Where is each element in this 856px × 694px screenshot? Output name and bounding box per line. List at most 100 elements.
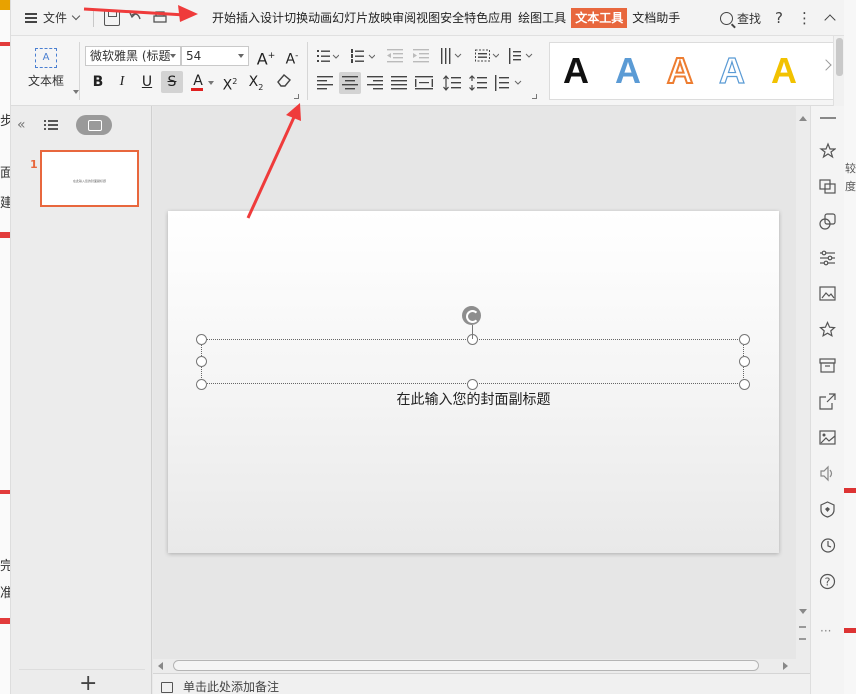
thumbnail-text: 在此输入您的封面副标题 [72, 179, 106, 183]
grow-font-button[interactable]: A+ [255, 45, 277, 68]
clear-format-button[interactable] [273, 71, 295, 93]
text-style-gold[interactable]: A [762, 49, 806, 93]
superscript-button[interactable]: X2 [219, 71, 241, 94]
numbering-icon[interactable] [351, 49, 376, 63]
transform-icon[interactable] [819, 177, 836, 194]
shape-icon[interactable] [819, 213, 836, 230]
text-style-blue-outline[interactable]: A [710, 49, 754, 93]
file-menu[interactable]: 文件 [11, 0, 87, 36]
horizontal-scrollbar[interactable] [153, 659, 810, 673]
justify-icon[interactable] [391, 76, 407, 90]
font-color-button[interactable]: A [187, 70, 209, 92]
chevron-down-icon [170, 54, 176, 58]
textbox-button[interactable]: A 文本框 [21, 44, 79, 100]
tab-features[interactable]: 特色应用 [464, 8, 512, 28]
outline-view-icon[interactable] [43, 120, 58, 130]
align-text-icon[interactable] [509, 48, 533, 64]
increase-indent-icon[interactable] [413, 49, 429, 63]
help-circle-icon[interactable]: ? [819, 573, 836, 590]
scroll-up-icon[interactable] [799, 116, 807, 121]
paragraph-spacing-icon[interactable] [469, 75, 487, 91]
adjust-icon[interactable] [819, 249, 836, 266]
spacing-options-icon[interactable] [495, 75, 522, 91]
rotate-handle-icon[interactable] [462, 306, 481, 325]
audio-icon[interactable] [819, 465, 836, 482]
ribbon-scroll-thumb[interactable] [836, 38, 843, 76]
text-style-orange-outline[interactable]: A [658, 49, 702, 93]
print-icon[interactable] [152, 10, 168, 26]
superscript-mark: 2 [232, 77, 238, 86]
text-style-blue[interactable]: A [606, 49, 650, 93]
resize-handle[interactable] [196, 356, 207, 367]
tab-drawing-tools[interactable]: 绘图工具 [518, 8, 566, 28]
horizontal-scroll-thumb[interactable] [173, 660, 759, 671]
find-button[interactable]: 查找 [720, 10, 761, 27]
slides-view-button[interactable] [75, 115, 112, 135]
text-direction-icon[interactable] [475, 48, 500, 62]
tab-transitions[interactable]: 切换 [284, 8, 308, 28]
help-icon[interactable]: ? [775, 9, 783, 27]
magic-star-icon[interactable] [819, 142, 836, 159]
gallery-icon[interactable] [819, 285, 836, 302]
font-dialog-launcher[interactable] [294, 94, 299, 99]
resize-handle[interactable] [739, 334, 750, 345]
tab-slideshow[interactable]: 幻灯片放映 [332, 8, 392, 28]
tab-insert[interactable]: 插入 [236, 8, 260, 28]
align-right-icon[interactable] [367, 76, 383, 90]
notes-pane[interactable]: 单击此处添加备注 [153, 673, 810, 694]
align-center-button[interactable] [339, 72, 361, 94]
subtitle-placeholder[interactable]: 在此输入您的封面副标题 [168, 389, 779, 409]
collapse-ribbon-icon[interactable] [824, 14, 836, 26]
tab-review[interactable]: 审阅 [392, 8, 416, 28]
favorite-icon[interactable] [819, 321, 836, 338]
tab-security[interactable]: 安全 [440, 8, 464, 28]
tab-design[interactable]: 设计 [260, 8, 284, 28]
paragraph-dialog-launcher[interactable] [532, 94, 537, 99]
text-style-black[interactable]: A [554, 49, 598, 93]
more-options-icon[interactable]: ··· [820, 624, 831, 638]
italic-button[interactable]: I [111, 71, 133, 93]
align-left-icon[interactable] [317, 76, 333, 90]
tab-doc-assistant[interactable]: 文档助手 [632, 8, 680, 28]
chevron-right-icon[interactable] [820, 59, 832, 71]
tab-view[interactable]: 视图 [416, 8, 440, 28]
title-textbox[interactable] [201, 339, 744, 384]
font-size-select[interactable]: 54 [181, 46, 249, 66]
shrink-font-button[interactable]: A- [281, 45, 303, 68]
resize-handle[interactable] [196, 334, 207, 345]
bullets-icon[interactable] [317, 49, 340, 63]
subscript-button[interactable]: X2 [245, 71, 267, 93]
chevron-down-icon[interactable] [208, 81, 214, 85]
share-icon[interactable] [819, 393, 836, 410]
bold-button[interactable]: B [87, 71, 109, 93]
more-icon[interactable]: ⋮ [797, 9, 812, 27]
strikethrough-button[interactable]: S [161, 71, 183, 93]
tab-home[interactable]: 开始 [212, 8, 236, 28]
shield-icon[interactable] [819, 501, 836, 518]
resize-handle[interactable] [739, 356, 750, 367]
collapse-panel-icon[interactable]: « [17, 117, 26, 133]
tab-text-tools[interactable]: 文本工具 [571, 7, 628, 28]
image-icon[interactable] [819, 429, 836, 446]
slide-thumbnail[interactable]: 在此输入您的封面副标题 [40, 150, 139, 207]
slide-canvas[interactable]: 在此输入您的封面副标题 [168, 211, 779, 553]
scroll-down-icon[interactable] [799, 609, 807, 614]
archive-icon[interactable] [819, 357, 836, 374]
columns-icon[interactable] [441, 48, 462, 64]
save-icon[interactable] [104, 9, 121, 26]
undo-icon[interactable] [128, 10, 144, 26]
distribute-icon[interactable] [415, 76, 433, 90]
ribbon-scrollbar[interactable] [833, 36, 844, 106]
add-slide-button[interactable]: + [79, 673, 97, 694]
underline-button[interactable]: U [136, 71, 158, 93]
tab-animations[interactable]: 动画 [308, 8, 332, 28]
font-family-select[interactable]: 微软雅黑 (标题 [85, 46, 181, 66]
line-spacing-icon[interactable] [443, 75, 461, 91]
scroll-right-icon[interactable] [783, 662, 788, 670]
decrease-indent-icon[interactable] [387, 49, 403, 63]
prev-slide-icon[interactable] [799, 626, 806, 628]
next-slide-icon[interactable] [799, 638, 806, 640]
vertical-scrollbar[interactable] [796, 106, 810, 659]
history-icon[interactable] [819, 537, 836, 554]
scroll-left-icon[interactable] [158, 662, 163, 670]
